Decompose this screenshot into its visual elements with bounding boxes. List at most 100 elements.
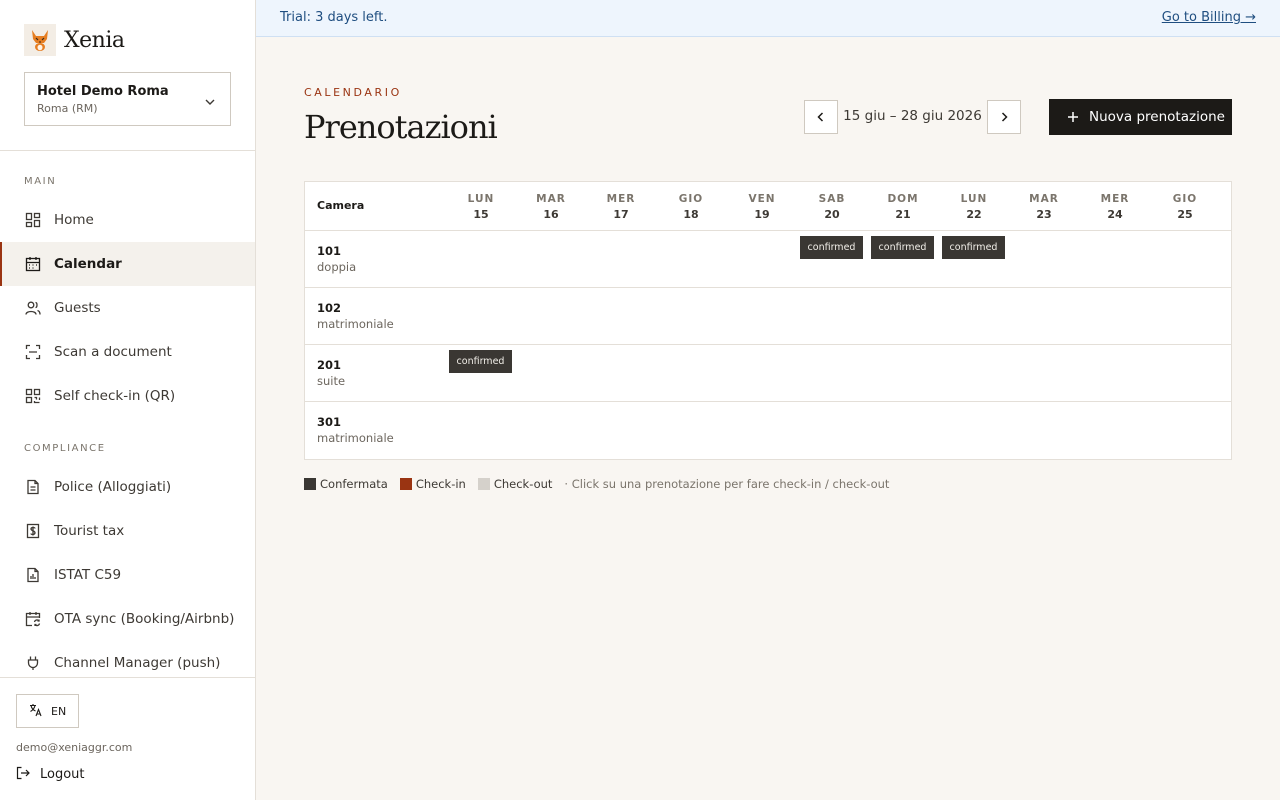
room-row: 301 matrimoniale [305, 402, 1231, 459]
day-weekday: GIO [678, 193, 704, 205]
sidebar-item-channel-manager[interactable]: Channel Manager (push) [0, 641, 255, 685]
legend-swatch-checkin [399, 478, 412, 490]
sidebar-item-label: Tourist tax [54, 523, 125, 539]
sidebar-item-guests[interactable]: Guests [0, 286, 255, 330]
day-number: 25 [1177, 208, 1193, 221]
day-number: 20 [824, 208, 840, 221]
trial-text: Trial: 3 days left. [280, 10, 388, 25]
room-label: 102 matrimoniale [317, 300, 394, 332]
trial-banner: Trial: 3 days left. Go to Billing → [256, 0, 1280, 37]
sidebar-item-police[interactable]: Police (Alloggiati) [0, 465, 255, 509]
plus-icon [1067, 108, 1079, 127]
sidebar-item-istat[interactable]: ISTAT C59 [0, 553, 255, 597]
room-number: 101 [317, 244, 342, 258]
hotel-location: Roma (RM) [37, 102, 98, 115]
billing-link[interactable]: Go to Billing → [1162, 10, 1256, 25]
day-weekday: MAR [1029, 193, 1059, 205]
sidebar-item-label: OTA sync (Booking/Airbnb) [54, 611, 235, 627]
room-number: 102 [317, 301, 342, 315]
room-row: 201 suite confirmed [305, 345, 1231, 402]
room-type: matrimoniale [317, 431, 394, 445]
sidebar-item-ota-sync[interactable]: OTA sync (Booking/Airbnb) [0, 597, 255, 641]
room-row: 102 matrimoniale [305, 288, 1231, 345]
calendar-header: Camera LUN 15 MAR 16 MER 17 GIO 18 VEN 19 SAB… [305, 182, 1231, 231]
sidebar-divider [0, 677, 255, 678]
room-number: 201 [317, 358, 342, 372]
sidebar-item-label: Scan a document [54, 344, 172, 360]
sidebar-item-label: ISTAT C59 [54, 567, 122, 583]
day-number: 18 [683, 208, 699, 221]
legend-label-checkin: Check-in [415, 477, 466, 491]
calendar-legend: Confermata Check-in Check-out · Click su… [304, 476, 889, 492]
sidebar-item-label: Home [54, 212, 94, 228]
legend-swatch-confirmed [304, 478, 316, 490]
room-row: 101 doppia confirmed confirmed confirmed [305, 231, 1231, 288]
day-header: MAR 23 [1012, 191, 1076, 223]
new-booking-label: Nuova prenotazione [1089, 109, 1225, 125]
chevron-right-icon [998, 108, 1010, 127]
legend-swatch-checkout [477, 478, 490, 490]
sidebar-item-calendar[interactable]: Calendar [0, 242, 255, 286]
document-icon [24, 478, 42, 496]
room-type: doppia [317, 260, 357, 274]
day-header: SAB 20 [800, 191, 864, 223]
day-header: LUN 22 [942, 191, 1006, 223]
receipt-dollar-icon [24, 522, 42, 540]
room-column-header: Camera [317, 199, 365, 212]
day-number: 21 [895, 208, 911, 221]
chevron-left-icon [815, 108, 827, 127]
room-type: matrimoniale [317, 317, 394, 331]
logout-icon [16, 765, 30, 784]
brand[interactable]: Xenia [24, 24, 125, 56]
day-weekday: GIO [1172, 193, 1198, 205]
booking-block[interactable]: confirmed [942, 236, 1005, 259]
legend-label-checkout: Check-out [493, 477, 553, 491]
fox-icon [24, 24, 56, 56]
day-number: 23 [1036, 208, 1052, 221]
language-button[interactable]: EN [16, 694, 79, 728]
brand-name: Xenia [64, 27, 125, 53]
day-number: 22 [966, 208, 982, 221]
sidebar-divider [0, 150, 255, 151]
day-number: 17 [613, 208, 629, 221]
next-period-button[interactable] [987, 100, 1021, 134]
users-icon [24, 299, 42, 317]
sidebar-item-label: Self check-in (QR) [54, 388, 176, 404]
booking-block[interactable]: confirmed [800, 236, 863, 259]
hotel-selector[interactable]: Hotel Demo Roma Roma (RM) [24, 72, 231, 126]
new-booking-button[interactable]: Nuova prenotazione [1049, 99, 1232, 135]
sidebar-item-label: Guests [54, 300, 101, 316]
day-weekday: MER [1100, 193, 1130, 205]
day-header: GIO 18 [659, 191, 723, 223]
day-header: GIO 25 [1153, 191, 1217, 223]
sidebar-item-label: Calendar [54, 256, 122, 272]
room-number: 301 [317, 415, 342, 429]
booking-block[interactable]: confirmed [871, 236, 934, 259]
room-label: 201 suite [317, 357, 345, 389]
booking-block[interactable]: confirmed [449, 350, 512, 373]
sidebar-item-home[interactable]: Home [0, 198, 255, 242]
room-type: suite [317, 374, 346, 388]
day-weekday: SAB [818, 193, 846, 205]
section-title-main: MAIN [24, 176, 57, 187]
calendar-sync-icon [24, 610, 42, 628]
sidebar-item-label: Police (Alloggiati) [54, 479, 172, 495]
scan-icon [24, 343, 42, 361]
day-number: 24 [1107, 208, 1123, 221]
logout-button[interactable]: Logout [16, 765, 85, 783]
day-header: LUN 15 [449, 191, 513, 223]
page-title: Prenotazioni [304, 108, 498, 146]
day-weekday: MER [606, 193, 636, 205]
room-label: 101 doppia [317, 243, 356, 275]
day-weekday: VEN [748, 193, 776, 205]
sidebar-item-label: Channel Manager (push) [54, 655, 221, 671]
sidebar-item-tourist-tax[interactable]: Tourist tax [0, 509, 255, 553]
plug-icon [24, 654, 42, 672]
language-label: EN [51, 704, 67, 718]
sidebar-item-scan-document[interactable]: Scan a document [0, 330, 255, 374]
day-weekday: DOM [887, 193, 919, 205]
sidebar-item-self-checkin[interactable]: Self check-in (QR) [0, 374, 255, 418]
previous-period-button[interactable] [804, 100, 838, 134]
day-header: DOM 21 [871, 191, 935, 223]
home-grid-icon [24, 211, 42, 229]
